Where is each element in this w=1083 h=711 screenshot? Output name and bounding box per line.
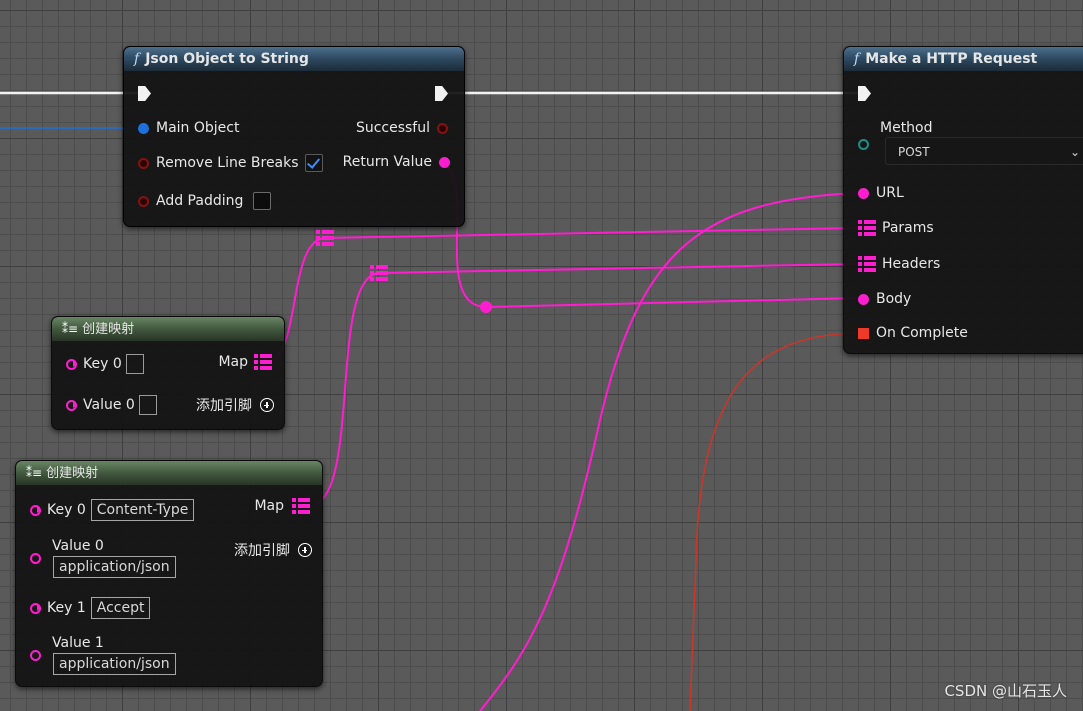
value1-input[interactable]: application/json: [53, 653, 176, 675]
function-icon: f: [134, 51, 140, 67]
enum-pin-icon[interactable]: [858, 139, 869, 150]
node-title: Json Object to String: [145, 51, 309, 67]
string-out-pin-icon[interactable]: [439, 156, 450, 168]
add-pin-button[interactable]: 添加引脚: [234, 540, 312, 560]
chevron-down-icon: ⌄: [1070, 145, 1081, 159]
pin-label-method: Method: [880, 120, 933, 136]
pin-label-row-value0: Value 0: [52, 538, 104, 554]
node-json-object-to-string[interactable]: f Json Object to String Main Object Remov…: [123, 46, 465, 227]
map-reroute-icon-headers[interactable]: [370, 265, 388, 281]
method-value: POST: [898, 145, 930, 159]
make-map-icon: ⁑≡: [26, 466, 43, 480]
key0-input[interactable]: [125, 354, 144, 374]
string-pin-icon[interactable]: [858, 293, 869, 305]
pin-label-value0: Value 0: [83, 397, 135, 413]
value0-input[interactable]: [138, 395, 157, 415]
key1-input[interactable]: Accept: [90, 597, 151, 619]
function-icon: f: [854, 51, 860, 67]
pin-label-value1: Value 1: [52, 635, 104, 651]
pin-label-successful: Successful: [355, 120, 430, 136]
node-title: 创建映射: [82, 322, 135, 337]
pin-label-add-padding: Add Padding: [156, 193, 244, 209]
pin-row-main-object[interactable]: Main Object: [138, 120, 239, 136]
pin-label-headers: Headers: [882, 256, 941, 272]
pin-label-url: URL: [876, 185, 904, 201]
node-title: 创建映射: [46, 466, 99, 481]
map-reroute-icon-params[interactable]: [316, 230, 334, 246]
node-header[interactable]: ⁑≡ 创建映射: [52, 317, 284, 341]
bool-pin-icon[interactable]: [138, 157, 149, 169]
node-make-map-1[interactable]: ⁑≡ 创建映射 Key 0 Value 0 Map 添加引脚: [51, 316, 285, 430]
node-header[interactable]: ⁑≡ 创建映射: [16, 461, 322, 485]
pin-label-map: Map: [254, 498, 284, 514]
pin-label-value0: Value 0: [52, 538, 104, 554]
pin-row-return-value[interactable]: Return Value: [343, 154, 450, 170]
add-pin-label: 添加引脚: [234, 543, 290, 559]
map-pin-icon[interactable]: [858, 256, 876, 272]
node-make-http-request[interactable]: f Make a HTTP Request Method POST ⌄ URL P…: [843, 46, 1083, 354]
pin-row-map-out[interactable]: Map: [254, 498, 310, 514]
exec-out-pin-icon[interactable]: [435, 86, 448, 101]
map-wire-params: [273, 227, 859, 361]
pin-row-remove-line-breaks[interactable]: Remove Line Breaks: [138, 154, 323, 172]
key0-input[interactable]: Content-Type: [90, 499, 195, 521]
add-padding-checkbox[interactable]: [253, 192, 272, 210]
pin-row-add-padding[interactable]: Add Padding: [138, 192, 272, 210]
add-pin-icon[interactable]: [298, 543, 312, 557]
exec-in-pin-icon[interactable]: [858, 86, 871, 101]
method-dropdown[interactable]: POST ⌄: [885, 137, 1083, 165]
pin-row-params[interactable]: Params: [858, 220, 934, 236]
pin-row-key1[interactable]: Key 1 Accept: [30, 597, 151, 619]
bool-out-pin-icon[interactable]: [437, 122, 448, 134]
pin-label-body: Body: [876, 291, 912, 307]
make-map-icon: ⁑≡: [62, 322, 79, 336]
pin-row-headers[interactable]: Headers: [858, 256, 940, 272]
bool-pin-icon[interactable]: [138, 195, 149, 207]
string-pin-icon[interactable]: [30, 650, 41, 661]
pin-label-remove-line-breaks: Remove Line Breaks: [156, 155, 299, 171]
delegate-wire-on-complete: [689, 332, 859, 711]
pin-label-key0: Key 0: [47, 502, 86, 518]
add-pin-button[interactable]: 添加引脚: [196, 395, 274, 415]
remove-line-breaks-checkbox[interactable]: [304, 154, 323, 172]
pin-label-main-object: Main Object: [156, 120, 240, 136]
string-pin-icon[interactable]: [30, 553, 41, 564]
pin-row-key0[interactable]: Key 0 Content-Type: [30, 499, 195, 521]
map-out-pin-icon[interactable]: [292, 498, 310, 514]
node-title: Make a HTTP Request: [865, 51, 1038, 67]
pin-row-on-complete[interactable]: On Complete: [858, 325, 968, 341]
watermark: CSDN @山石玉人: [944, 682, 1067, 700]
pin-label-on-complete: On Complete: [876, 325, 968, 341]
map-pin-icon[interactable]: [858, 220, 876, 236]
pin-row-value0[interactable]: Value 0: [66, 395, 157, 415]
pin-label-key0: Key 0: [83, 356, 122, 372]
pin-label-params: Params: [882, 220, 934, 236]
add-pin-icon[interactable]: [260, 398, 274, 412]
value0-input[interactable]: application/json: [53, 556, 176, 578]
delegate-pin-icon[interactable]: [858, 327, 869, 339]
node-make-map-2[interactable]: ⁑≡ 创建映射 Key 0 Content-Type Value 0 applic…: [15, 460, 323, 687]
pin-label-map: Map: [218, 354, 248, 370]
pin-row-url[interactable]: URL: [858, 185, 904, 201]
pin-label-row-value1: Value 1: [52, 635, 104, 651]
map-out-pin-icon[interactable]: [254, 354, 272, 370]
node-header[interactable]: f Make a HTTP Request: [844, 47, 1083, 71]
pin-row-map-out[interactable]: Map: [218, 354, 272, 370]
add-pin-label: 添加引脚: [196, 398, 252, 414]
method-label-row: Method: [880, 120, 933, 136]
node-header[interactable]: f Json Object to String: [124, 47, 464, 71]
pin-label-return-value: Return Value: [342, 154, 432, 170]
reroute-node-body: [480, 301, 492, 313]
pin-label-key1: Key 1: [47, 600, 86, 616]
pin-row-body[interactable]: Body: [858, 291, 911, 307]
pin-row-key0[interactable]: Key 0: [66, 354, 144, 374]
object-pin-icon[interactable]: [138, 122, 149, 134]
pin-row-successful[interactable]: Successful: [356, 120, 448, 136]
exec-in-pin-icon[interactable]: [138, 86, 151, 101]
string-pin-icon[interactable]: [858, 187, 869, 199]
